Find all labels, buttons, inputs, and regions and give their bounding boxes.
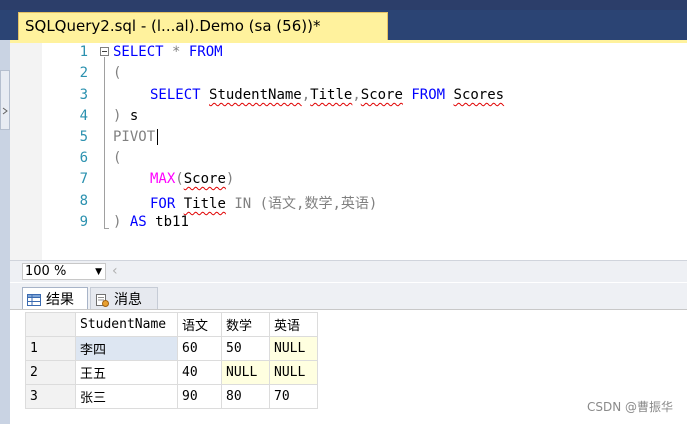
grid-cell-null[interactable]: NULL — [269, 336, 318, 361]
selection-margin — [10, 43, 42, 260]
tab-messages-label: 消息 — [114, 292, 142, 308]
column-header[interactable]: 语文 — [177, 312, 222, 337]
grid-cell[interactable]: 50 — [221, 336, 270, 361]
column-header[interactable]: 英语 — [269, 312, 318, 337]
line-number: 9 — [79, 214, 88, 230]
keyword-as: AS — [129, 214, 147, 230]
keyword-from: FROM — [188, 44, 223, 60]
grid-cell[interactable]: 李四 — [75, 336, 178, 361]
grid-cell[interactable]: 70 — [269, 384, 318, 409]
results-tab-strip: 结果 消息 — [10, 283, 687, 309]
identifier-title: Title — [310, 87, 353, 103]
grid-cell[interactable]: 40 — [177, 360, 222, 385]
scroll-left-icon[interactable]: ‹ — [112, 263, 118, 279]
code-line-6: ( — [113, 150, 121, 166]
line-number: 7 — [79, 171, 88, 187]
fold-guide-end — [104, 228, 109, 229]
side-panel-tab[interactable] — [0, 70, 10, 130]
messages-icon — [96, 294, 109, 307]
keyword-for: FOR — [150, 196, 176, 212]
row-number[interactable]: 3 — [25, 384, 76, 409]
tab-results-label: 结果 — [46, 292, 74, 308]
keyword-select: SELECT — [150, 87, 201, 103]
dropdown-arrow-icon[interactable]: ▼ — [95, 264, 102, 280]
table-row[interactable]: 1 李四 60 50 NULL — [25, 336, 318, 361]
results-grid-area[interactable]: StudentName 语文 数学 英语 1 李四 60 50 NULL 2 王… — [10, 309, 687, 424]
alias-s: s — [121, 108, 139, 124]
identifier-score: Score — [183, 171, 226, 187]
function-max: MAX — [150, 171, 176, 187]
column-header[interactable]: 数学 — [221, 312, 270, 337]
tab-messages[interactable]: 消息 — [90, 287, 158, 309]
line-number: 1 — [79, 44, 88, 60]
row-number[interactable]: 2 — [25, 360, 76, 385]
grid-cell-null[interactable]: NULL — [269, 360, 318, 385]
open-paren: ( — [113, 65, 122, 81]
code-line-9: ) AS tb11 — [113, 214, 189, 230]
editor-status-row: 100 % ▼ ‹ — [10, 260, 687, 282]
keyword-pivot: PIVOT — [113, 129, 156, 145]
code-line-5: PIVOT — [113, 129, 155, 145]
watermark-text: CSDN @曹振华 — [586, 400, 673, 414]
query-document-tab[interactable]: SQLQuery2.sql - (l...al).Demo (sa (56))* — [18, 12, 388, 40]
close-paren: ) — [225, 171, 235, 187]
identifier-score: Score — [360, 87, 403, 103]
grid-cell-null[interactable]: NULL — [221, 360, 270, 385]
line-number: 8 — [79, 193, 88, 209]
grid-cell[interactable]: 王五 — [75, 360, 178, 385]
fold-guide-line — [104, 57, 105, 229]
grid-header-row: StudentName 语文 数学 英语 — [25, 312, 318, 337]
alias-tb11: tb11 — [146, 214, 189, 230]
open-paren: ( — [113, 150, 122, 166]
line-number: 2 — [79, 65, 88, 81]
code-line-8: FOR Title IN (语文,数学,英语) — [150, 193, 377, 213]
code-line-1: SELECT * FROM — [113, 44, 223, 60]
in-value-list: (语文,数学,英语) — [259, 196, 378, 212]
keyword-from: FROM — [411, 87, 446, 103]
identifier-studentname: StudentName — [209, 87, 302, 103]
line-number: 3 — [79, 87, 88, 103]
zoom-value: 100 % — [25, 264, 67, 279]
open-paren: ( — [175, 171, 184, 187]
grid-cell[interactable]: 90 — [177, 384, 222, 409]
left-side-panel[interactable] — [0, 40, 10, 424]
operator-star: * — [163, 44, 189, 60]
identifier-title: Title — [183, 196, 226, 212]
collapse-region-icon[interactable] — [100, 47, 109, 56]
identifier-scores: Scores — [453, 87, 505, 103]
pin-icon — [2, 107, 8, 115]
keyword-in: IN — [234, 196, 252, 212]
tab-results[interactable]: 结果 — [22, 287, 88, 309]
zoom-dropdown[interactable]: 100 % ▼ — [22, 263, 106, 280]
grid-cell[interactable]: 60 — [177, 336, 222, 361]
query-tab-title: SQLQuery2.sql - (l...al).Demo (sa (56))* — [25, 17, 321, 35]
column-header[interactable]: StudentName — [75, 312, 178, 337]
window-top-strip — [0, 0, 687, 10]
line-number: 5 — [79, 129, 88, 145]
code-line-7: MAX(Score) — [150, 171, 234, 187]
line-number: 6 — [79, 150, 88, 166]
grid-cell[interactable]: 张三 — [75, 384, 178, 409]
grid-icon — [27, 294, 41, 306]
row-number[interactable]: 1 — [25, 336, 76, 361]
sql-editor[interactable] — [10, 43, 687, 260]
code-line-3: SELECT StudentName,Title,Score FROM Scor… — [150, 87, 504, 103]
line-number: 4 — [79, 108, 88, 124]
comma: , — [301, 87, 311, 103]
close-paren: ) — [113, 214, 122, 230]
comma: , — [352, 87, 361, 103]
table-row[interactable]: 2 王五 40 NULL NULL — [25, 360, 318, 385]
table-row[interactable]: 3 张三 90 80 70 — [25, 384, 318, 409]
results-grid[interactable]: StudentName 语文 数学 英语 1 李四 60 50 NULL 2 王… — [25, 312, 318, 409]
document-tab-bar: SQLQuery2.sql - (l...al).Demo (sa (56))* — [0, 10, 687, 40]
row-number-header[interactable] — [25, 312, 76, 337]
code-line-4: ) s — [113, 108, 138, 124]
text-caret — [157, 129, 158, 145]
code-line-2: ( — [113, 65, 121, 81]
grid-cell[interactable]: 80 — [221, 384, 270, 409]
keyword-select: SELECT — [113, 44, 164, 60]
